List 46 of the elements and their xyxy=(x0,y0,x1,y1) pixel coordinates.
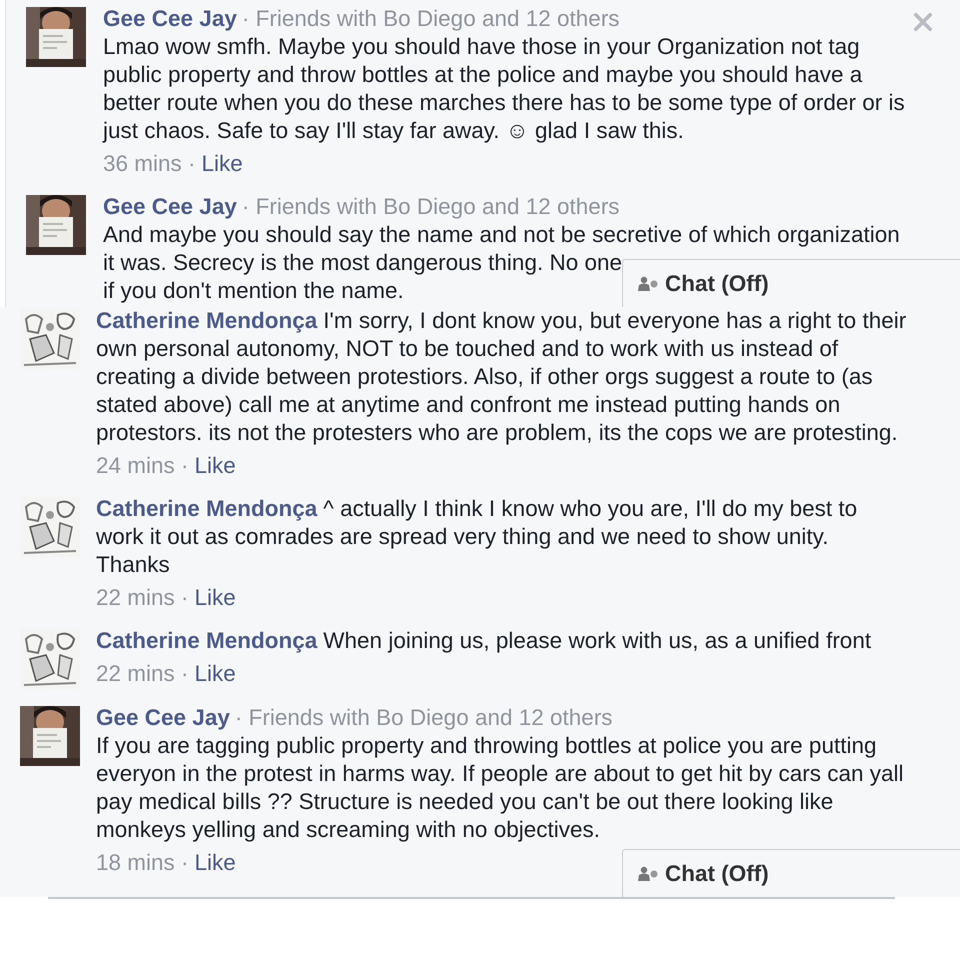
like-link[interactable]: Like xyxy=(194,660,236,688)
author-link[interactable]: Gee Cee Jay xyxy=(96,705,230,730)
author-link[interactable]: Catherine Mendonça xyxy=(96,628,318,653)
comment-time: 22 mins · xyxy=(96,660,189,688)
comment-text-line: And maybe you should say the name and not be secretive of which organization xyxy=(103,222,900,247)
like-link[interactable]: Like xyxy=(202,150,243,178)
comment-text-line: work it out as comrades are spread very thing and we need to show unity. xyxy=(96,524,828,549)
chat-bar[interactable]: Chat (Off) xyxy=(622,259,960,307)
chat-status: Chat (Off) xyxy=(665,270,769,296)
comment-text-line: monkeys yelling and screaming with no objectives. xyxy=(96,817,600,842)
comment-time: 24 mins · xyxy=(96,452,189,480)
person-icon xyxy=(637,276,659,292)
author-link[interactable]: Catherine Mendonça xyxy=(96,496,318,521)
comment-text-line: just chaos. Safe to say I'll stay far away. ☺ glad I saw this. xyxy=(103,118,684,143)
friends-context: · Friends with Bo Diego and 12 others xyxy=(234,705,613,730)
friends-context: · Friends with Bo Diego and 12 others xyxy=(242,194,620,219)
comment-text-line: If you are tagging public property and throwing bottles at police you are putting xyxy=(96,733,876,758)
like-link[interactable]: Like xyxy=(194,452,236,480)
person-icon xyxy=(637,866,659,882)
close-icon[interactable] xyxy=(913,12,933,32)
comment-text-line: Thanks xyxy=(96,552,170,577)
comment-text-line: better route when you do these marches there has to be some type of order or is xyxy=(103,90,905,115)
comment-text-line: ^ actually I think I know who you are, I'll do my best to xyxy=(323,496,858,521)
comment-text-line: it was. Secrecy is the most dangerous thing. No one xyxy=(103,250,622,275)
comment-time: 18 mins · xyxy=(96,849,189,877)
comment-text-line: I'm sorry, I dont know you, but everyone has a right to their xyxy=(323,308,906,333)
comment-text-line: stated above) call me at anytime and confront me instead putting hands on xyxy=(96,392,840,417)
like-link[interactable]: Like xyxy=(194,849,236,877)
comment-text-line: if you don't mention the name. xyxy=(103,278,404,303)
author-link[interactable]: Gee Cee Jay xyxy=(103,194,237,219)
comment-text-line: protestors. its not the protesters who are problem, its the cops we are protesting. xyxy=(96,420,898,445)
author-link[interactable]: Catherine Mendonça xyxy=(96,308,318,333)
chat-bar[interactable]: Chat (Off) xyxy=(622,849,960,897)
author-link[interactable]: Gee Cee Jay xyxy=(103,6,237,31)
comment-time: 22 mins · xyxy=(96,584,189,612)
comment-text-line: Lmao wow smfh. Maybe you should have those in your Organization not tag xyxy=(103,34,860,59)
comment-text-line: pay medical bills ?? Structure is needed you can't be out there looking like xyxy=(96,789,834,814)
comment-text-line: When joining us, please work with us, as a unified front xyxy=(323,628,872,653)
chat-status: Chat (Off) xyxy=(665,860,769,886)
comment-text-line: creating a divide between protestiors. Also, if other orgs suggest a route to (as xyxy=(96,364,873,389)
friends-context: · Friends with Bo Diego and 12 others xyxy=(242,6,620,31)
comment-text-line: public property and throw bottles at the police and maybe you should have a xyxy=(103,62,862,87)
comment-text-line: everyon in the protest in harms way. If people are about to get hit by cars can yall xyxy=(96,761,904,786)
comment-time: 36 mins · xyxy=(103,150,196,178)
like-link[interactable]: Like xyxy=(194,584,236,612)
comment-text-line: own personal autonomy, NOT to be touched and to work with us instead of xyxy=(96,336,838,361)
